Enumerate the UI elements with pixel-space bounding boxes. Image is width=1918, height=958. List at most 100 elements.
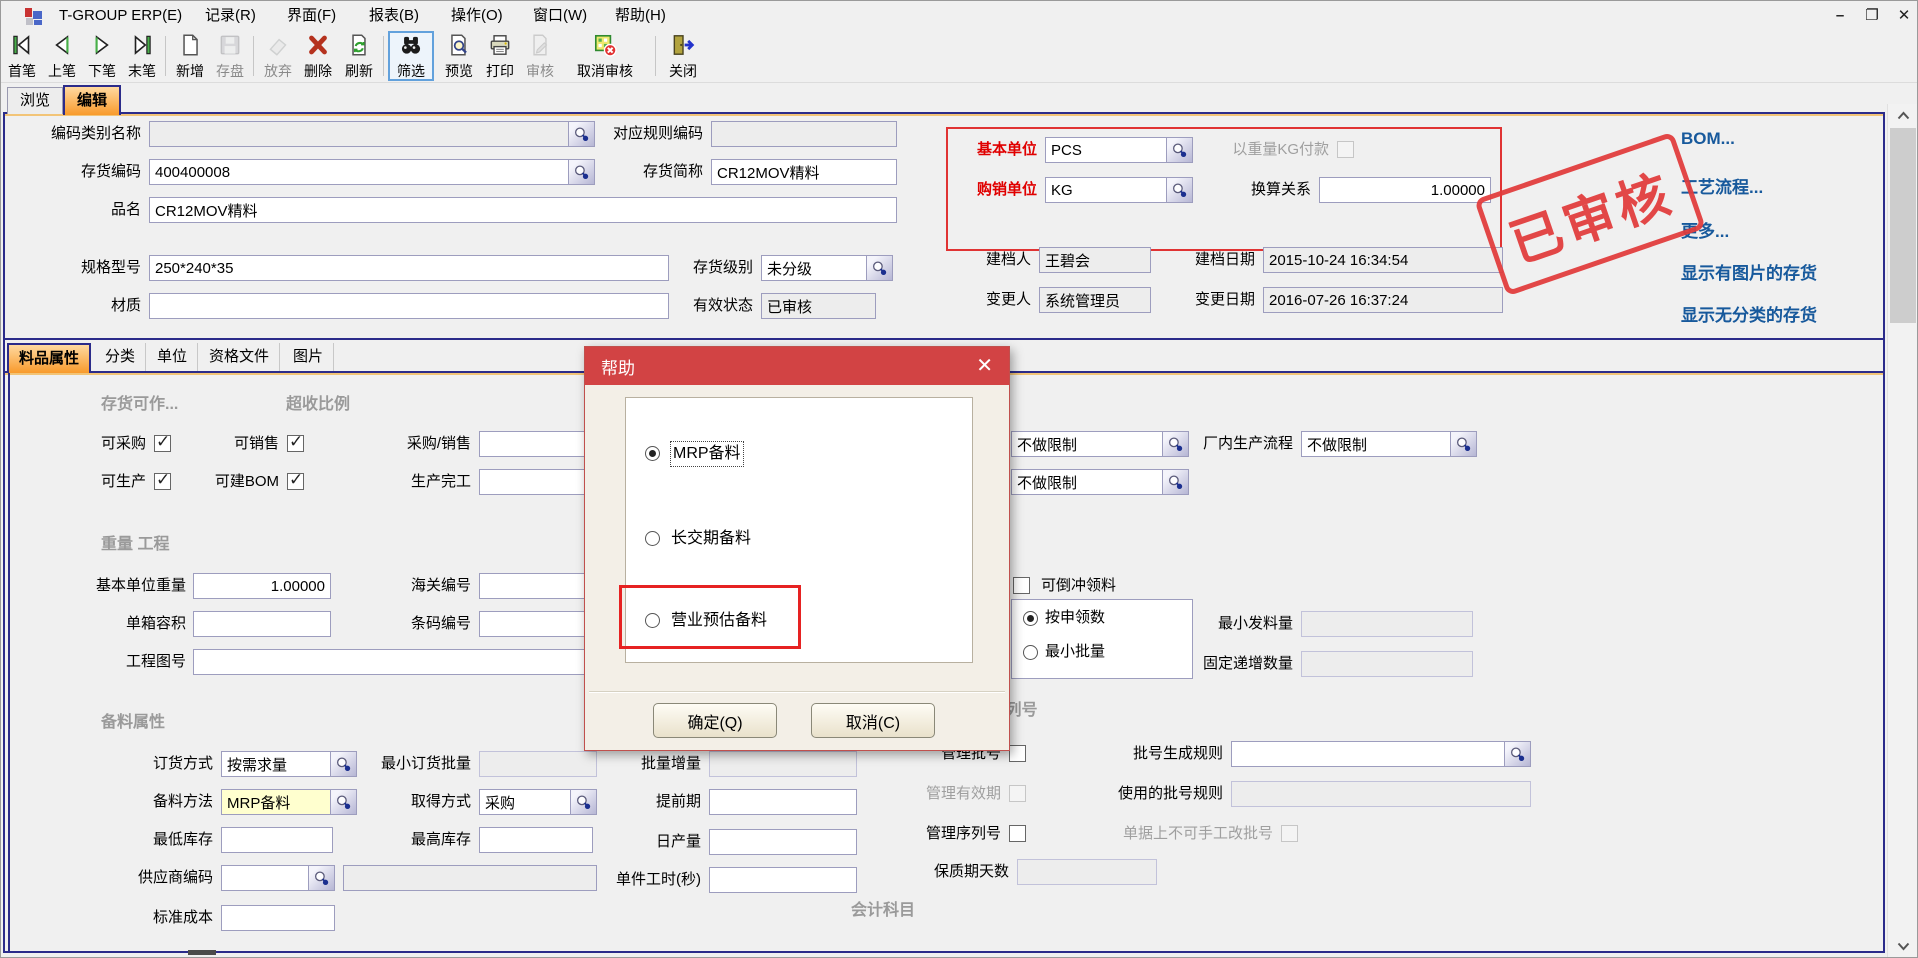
lookup-icon[interactable] — [1162, 432, 1188, 456]
lookup-icon[interactable] — [330, 752, 356, 776]
vertical-scrollbar[interactable] — [1887, 104, 1918, 957]
option-long-lead-label[interactable]: 长交期备料 — [671, 527, 751, 551]
prepare-method-field[interactable]: MRP备料 — [221, 789, 357, 815]
toolbar-print-button[interactable]: 打印 — [481, 32, 519, 80]
code-category-field[interactable] — [149, 121, 595, 147]
toolbar-filter-button[interactable]: 筛选 — [389, 32, 433, 80]
item-name-field[interactable]: CR12MOV精料 — [149, 197, 897, 223]
option-sales-forecast-label[interactable]: 营业预估备料 — [671, 609, 767, 633]
daily-output-field[interactable] — [709, 829, 857, 855]
order-mode-field[interactable]: 按需求量 — [221, 751, 357, 777]
lookup-icon[interactable] — [1166, 178, 1192, 202]
toolbar-preview-button[interactable]: 预览 — [439, 32, 479, 80]
link-show-unclassified[interactable]: 显示无分类的存货 — [1681, 301, 1817, 326]
unit-hours-field[interactable] — [709, 867, 857, 893]
lookup-icon[interactable] — [866, 256, 892, 280]
subtab-category[interactable]: 分类 — [95, 343, 146, 371]
help-dialog-titlebar[interactable]: 帮助 ✕ — [585, 347, 1009, 385]
item-code-field[interactable]: 400400008 — [149, 159, 595, 185]
toolbar-next-button[interactable]: 下笔 — [83, 32, 121, 80]
drawing-no-field[interactable] — [193, 649, 597, 675]
menu-report[interactable]: 报表(B) — [363, 1, 425, 31]
customs-code-field[interactable] — [479, 573, 597, 599]
dialog-cancel-button[interactable]: 取消(C) — [811, 703, 935, 738]
lookup-icon[interactable] — [308, 866, 334, 890]
menu-operate[interactable]: 操作(O) — [445, 1, 509, 31]
rule-code-field[interactable] — [711, 121, 897, 147]
base-weight-field[interactable]: 1.00000 — [193, 573, 331, 599]
menu-app[interactable]: T-GROUP ERP(E) — [53, 1, 188, 31]
backflush-checkbox[interactable] — [1013, 577, 1030, 594]
close-icon[interactable]: ✕ — [1891, 5, 1917, 27]
lookup-icon[interactable] — [1166, 138, 1192, 162]
lookup-icon[interactable] — [1450, 432, 1476, 456]
tab-browse[interactable]: 浏览 — [7, 87, 63, 114]
menu-help[interactable]: 帮助(H) — [609, 1, 672, 31]
batch-rule-field[interactable] — [1231, 741, 1531, 767]
spec-field[interactable]: 250*240*35 — [149, 255, 669, 281]
menu-record[interactable]: 记录(R) — [199, 1, 262, 31]
scroll-down-icon[interactable] — [1888, 935, 1918, 957]
manage-serial-checkbox[interactable] — [1009, 825, 1026, 842]
issue-by-request-radio[interactable] — [1023, 611, 1038, 626]
toolbar-close-button[interactable]: 关闭 — [661, 32, 705, 80]
tab-edit[interactable]: 编辑 — [63, 85, 121, 115]
lookup-icon[interactable] — [1504, 742, 1530, 766]
material-field[interactable] — [149, 293, 669, 319]
dialog-close-icon[interactable]: ✕ — [976, 356, 993, 376]
toolbar-delete-button[interactable]: 删除 — [299, 32, 337, 80]
purchasable-checkbox[interactable] — [154, 435, 171, 452]
link-show-with-image[interactable]: 显示有图片的存货 — [1681, 259, 1817, 284]
level-field[interactable]: 未分级 — [761, 255, 893, 281]
lookup-icon[interactable] — [568, 160, 594, 184]
option-mrp-radio[interactable] — [645, 446, 660, 461]
over-production-field[interactable] — [479, 469, 597, 495]
base-unit-field[interactable]: PCS — [1045, 137, 1193, 163]
barcode-field[interactable] — [479, 611, 597, 637]
max-stock-field[interactable] — [479, 827, 593, 853]
toolbar-last-button[interactable]: 末笔 — [123, 32, 161, 80]
lookup-icon[interactable] — [570, 790, 596, 814]
subtab-qualification[interactable]: 资格文件 — [199, 343, 280, 371]
toolbar-cancel-approve-button[interactable]: 取消审核 — [561, 32, 649, 80]
lookup-icon[interactable] — [568, 122, 594, 146]
scroll-up-icon[interactable] — [1888, 104, 1918, 126]
acquire-mode-field[interactable]: 采购 — [479, 789, 597, 815]
restore-icon[interactable]: ❐ — [1859, 5, 1885, 27]
issue-min-batch-radio[interactable] — [1023, 645, 1038, 660]
toolbar-approve-button[interactable]: 审核 — [521, 32, 559, 80]
item-short-field[interactable]: CR12MOV精料 — [711, 159, 897, 185]
box-volume-field[interactable] — [193, 611, 331, 637]
bom-allowed-checkbox[interactable] — [287, 473, 304, 490]
sellable-checkbox[interactable] — [287, 435, 304, 452]
toolbar-save-button[interactable]: 存盘 — [211, 32, 249, 80]
toolbar-abandon-button[interactable]: 放弃 — [259, 32, 297, 80]
restriction-field-2[interactable]: 不做限制 — [1011, 469, 1189, 495]
lookup-icon[interactable] — [1162, 470, 1188, 494]
dialog-ok-button[interactable]: 确定(Q) — [653, 703, 777, 738]
min-stock-field[interactable] — [221, 827, 333, 853]
subtab-item-attributes[interactable]: 料品属性 — [7, 343, 91, 373]
subtab-image[interactable]: 图片 — [283, 343, 334, 371]
menu-view[interactable]: 界面(F) — [281, 1, 342, 31]
factory-flow-field[interactable]: 不做限制 — [1301, 431, 1477, 457]
option-long-lead-radio[interactable] — [645, 531, 660, 546]
producible-checkbox[interactable] — [154, 473, 171, 490]
trade-unit-field[interactable]: KG — [1045, 177, 1193, 203]
conversion-field[interactable]: 1.00000 — [1319, 177, 1491, 203]
option-sales-forecast-radio[interactable] — [645, 613, 660, 628]
minimize-icon[interactable]: – — [1827, 5, 1853, 27]
toolbar-refresh-button[interactable]: 刷新 — [339, 32, 379, 80]
scrollbar-thumb[interactable] — [1890, 128, 1916, 323]
over-purchase-sale-field[interactable] — [479, 431, 597, 457]
toolbar-new-button[interactable]: 新增 — [171, 32, 209, 80]
std-cost-field[interactable] — [221, 905, 335, 931]
restriction-field-1[interactable]: 不做限制 — [1011, 431, 1189, 457]
option-mrp-label[interactable]: MRP备料 — [671, 442, 743, 466]
subtab-unit[interactable]: 单位 — [147, 343, 198, 371]
menu-window[interactable]: 窗口(W) — [527, 1, 593, 31]
toolbar-prev-button[interactable]: 上笔 — [43, 32, 81, 80]
link-bom[interactable]: BOM... — [1681, 129, 1735, 149]
manage-batch-checkbox[interactable] — [1009, 745, 1026, 762]
supplier-code-field[interactable] — [221, 865, 335, 891]
